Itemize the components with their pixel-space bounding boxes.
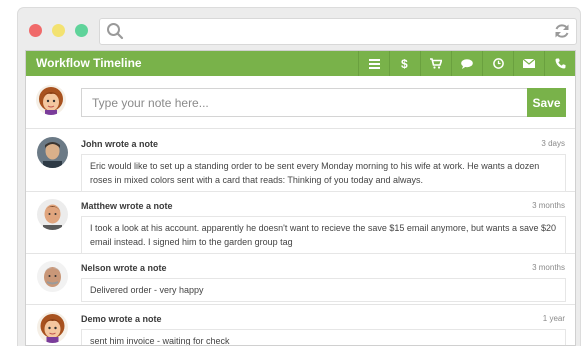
phone-button[interactable] [544, 51, 575, 76]
envelope-icon [523, 59, 535, 68]
close-window-button[interactable] [29, 24, 42, 37]
comment-icon [461, 58, 473, 69]
workflow-timeline-panel: Workflow Timeline $ Type your note here.… [25, 50, 576, 346]
avatar [37, 199, 68, 230]
note-body: Delivered order - very happy [81, 278, 566, 302]
dollar-icon: $ [401, 58, 409, 70]
note-author: Nelson wrote a note [81, 263, 167, 273]
clock-icon [492, 58, 504, 69]
minimize-window-button[interactable] [52, 24, 65, 37]
avatar [37, 312, 68, 343]
avatar [36, 85, 66, 115]
note-author: Demo wrote a note [81, 314, 162, 324]
note-time: 3 months [532, 201, 565, 210]
panel-header: Workflow Timeline $ [26, 51, 575, 76]
note-time: 1 year [542, 314, 565, 323]
compose-note: Save [26, 76, 575, 129]
note-author: John wrote a note [81, 139, 159, 149]
note-item: Matthew wrote a note 3 months I took a l… [26, 191, 575, 254]
note-body: sent him invoice - waiting for check [81, 329, 566, 345]
dollar-button[interactable]: $ [389, 51, 420, 76]
avatar [37, 261, 68, 292]
list-button[interactable] [358, 51, 389, 76]
note-author: Matthew wrote a note [81, 201, 173, 211]
email-button[interactable] [513, 51, 544, 76]
list-icon [368, 58, 380, 69]
note-item: Nelson wrote a note 3 months Delivered o… [26, 253, 575, 305]
note-input[interactable] [81, 88, 528, 117]
browser-chrome [18, 8, 580, 53]
clock-button[interactable] [482, 51, 513, 76]
panel-title: Workflow Timeline [36, 56, 142, 70]
note-time: 3 months [532, 263, 565, 272]
note-time: 3 days [541, 139, 565, 148]
toolbar: $ [358, 51, 575, 76]
cart-button[interactable] [420, 51, 451, 76]
save-button[interactable]: Save [527, 88, 566, 117]
address-bar[interactable] [99, 18, 577, 45]
svg-text:$: $ [401, 58, 408, 70]
search-icon [106, 22, 124, 45]
note-item: Demo wrote a note 1 year sent him invoic… [26, 304, 575, 345]
cart-icon [430, 58, 442, 69]
avatar [37, 137, 68, 168]
maximize-window-button[interactable] [75, 24, 88, 37]
note-body: I took a look at his account. apparently… [81, 216, 566, 254]
comment-button[interactable] [451, 51, 482, 76]
note-item: John wrote a note 3 days Eric would like… [26, 129, 575, 192]
reload-icon[interactable] [553, 22, 571, 45]
note-body: Eric would like to set up a standing ord… [81, 154, 566, 192]
phone-icon [555, 58, 566, 69]
